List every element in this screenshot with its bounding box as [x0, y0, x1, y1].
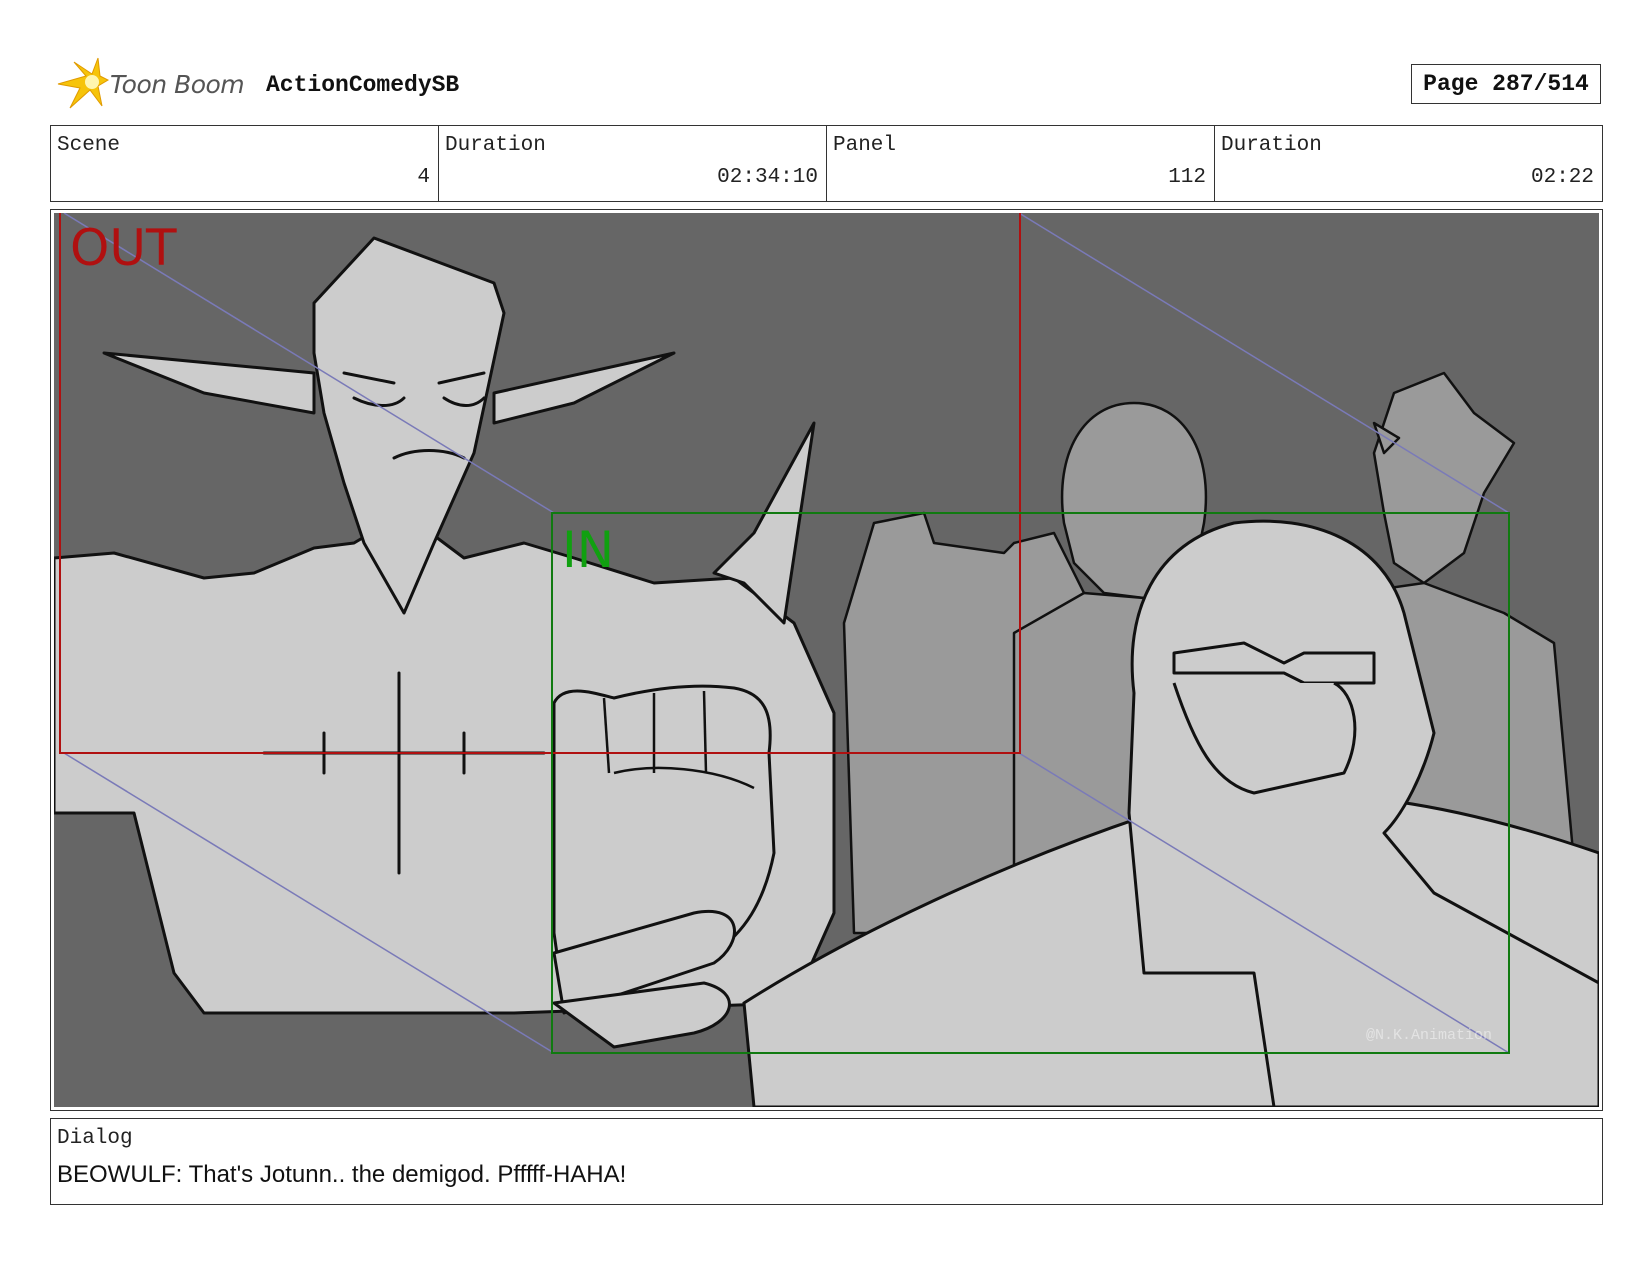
panel-duration-cell: Duration 02:22 [1215, 126, 1602, 201]
storyboard-panel-image: OUT IN @N.K.Animation [54, 213, 1599, 1107]
scene-duration-label: Duration [445, 134, 546, 157]
panel-duration-label: Duration [1221, 134, 1322, 157]
dialog-box: Dialog BEOWULF: That's Jotunn.. the demi… [50, 1118, 1603, 1205]
panel-cell: Panel 112 [827, 126, 1215, 201]
scene-info-table: Scene 4 Duration 02:34:10 Panel 112 Dura… [50, 125, 1603, 202]
scene-label: Scene [57, 134, 121, 157]
project-title: ActionComedySB [266, 72, 460, 98]
scene-duration-cell: Duration 02:34:10 [439, 126, 827, 201]
watermark: @N.K.Animation [1366, 1027, 1492, 1044]
panel-duration-value: 02:22 [1530, 166, 1594, 189]
logo-wordmark: Toon Boom [110, 70, 245, 99]
panel-label: Panel [833, 134, 897, 157]
scene-duration-value: 02:34:10 [717, 166, 818, 189]
page-indicator: Page 287/514 [1411, 64, 1601, 104]
page-number: Page 287/514 [1423, 71, 1589, 97]
in-label: IN [562, 521, 614, 579]
scene-cell: Scene 4 [51, 126, 439, 201]
dialog-text: BEOWULF: That's Jotunn.. the demigod. Pf… [57, 1161, 627, 1188]
dialog-label: Dialog [57, 1127, 133, 1150]
scene-value: 4 [417, 166, 430, 189]
out-label: OUT [70, 219, 177, 277]
panel-value: 112 [1168, 166, 1206, 189]
